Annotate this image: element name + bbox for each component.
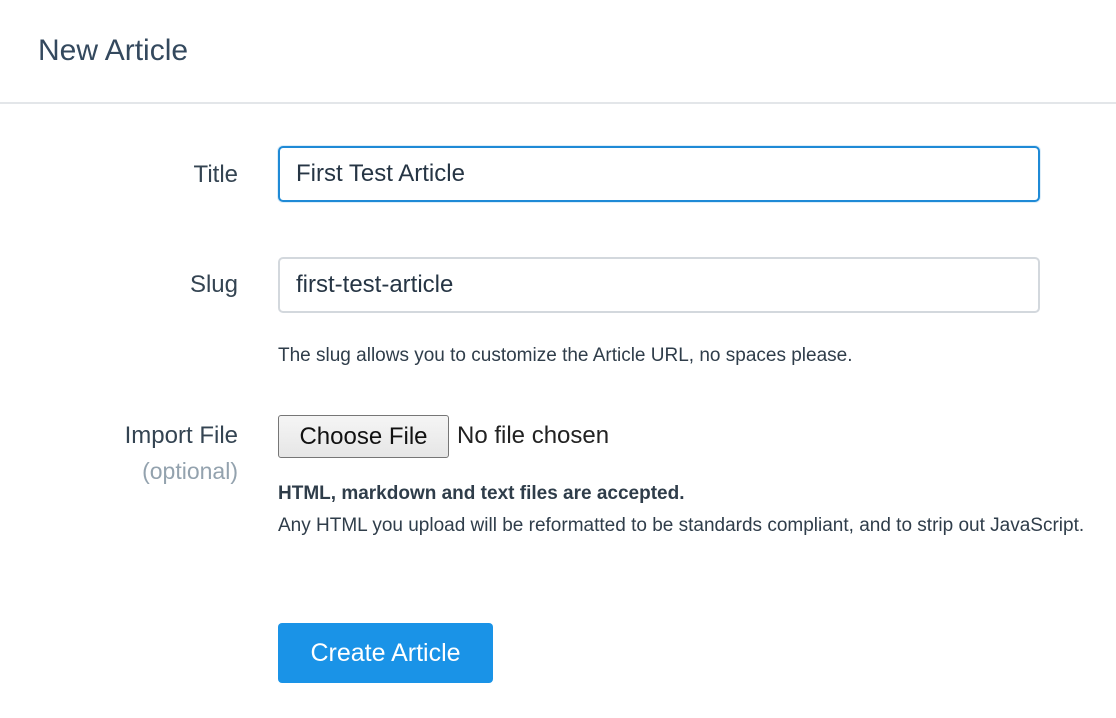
title-label: Title	[193, 161, 238, 188]
slug-hint: The slug allows you to customize the Art…	[278, 345, 853, 366]
file-status: No file chosen	[457, 422, 610, 449]
page-header: New Article	[0, 0, 1116, 104]
import-file-label: Import File	[124, 422, 238, 449]
title-input[interactable]	[278, 146, 1040, 202]
choose-file-button[interactable]: Choose File	[278, 415, 449, 458]
slug-label: Slug	[189, 271, 238, 298]
create-article-button[interactable]: Create Article	[278, 623, 493, 683]
optional-label: (optional)	[142, 458, 238, 484]
page-title: New Article	[38, 34, 189, 67]
accepted-files-note: HTML, markdown and text files are accept…	[278, 483, 685, 504]
html-reformat-note: Any HTML you upload will be reformatted …	[278, 515, 1085, 536]
slug-input[interactable]	[278, 257, 1040, 313]
